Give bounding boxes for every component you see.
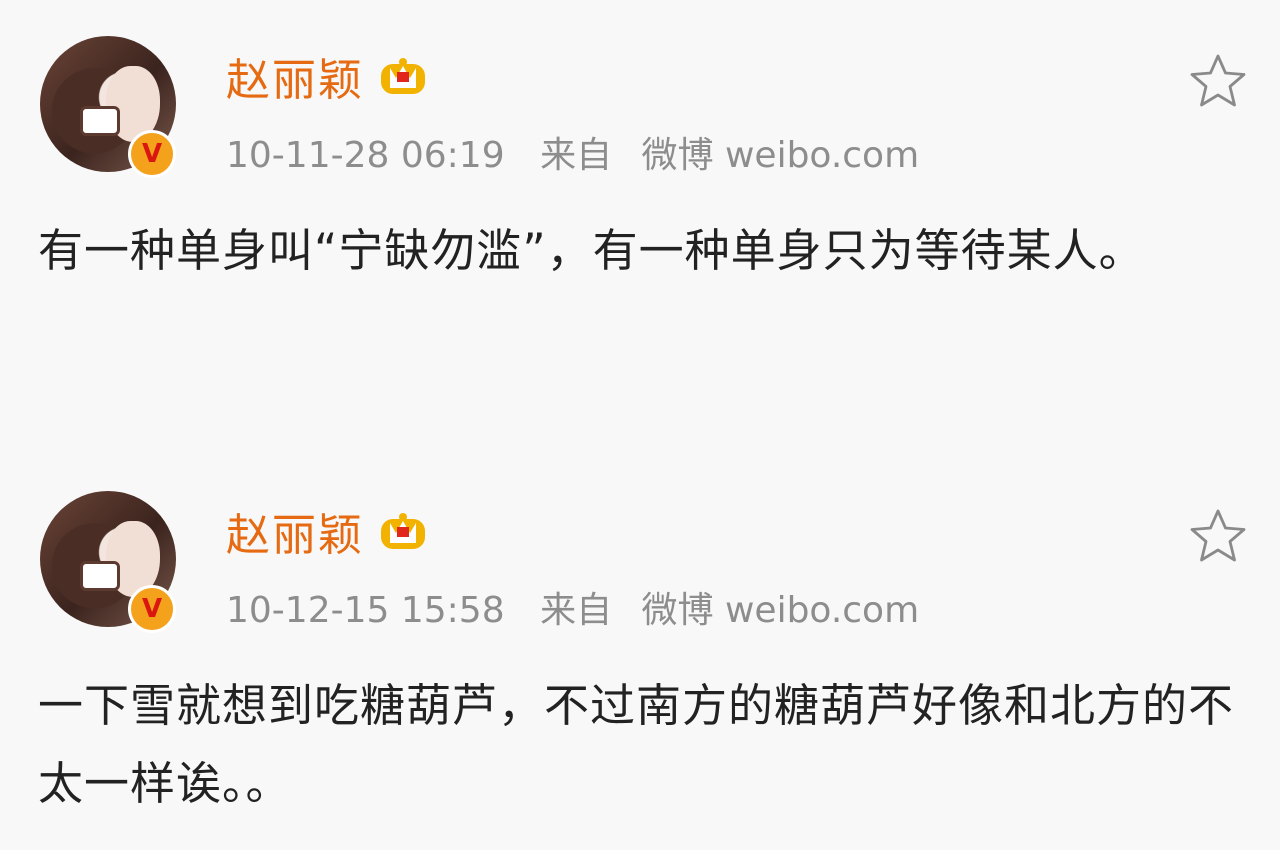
source-label: 来自	[540, 135, 613, 176]
username-row: 赵丽颖	[226, 44, 428, 108]
verified-badge-icon: V	[128, 585, 176, 633]
username[interactable]: 赵丽颖	[226, 499, 364, 563]
source-app[interactable]: 微博 weibo.com	[642, 135, 920, 176]
verified-badge-icon: V	[128, 130, 176, 178]
post-text: 一下雪就想到吃糖葫芦，不过南方的糖葫芦好像和北方的不太一样诶。。	[38, 679, 1235, 810]
hair-clip-icon	[80, 561, 120, 591]
crown-icon	[381, 513, 425, 549]
post-meta: 10-12-15 15:58 来自 微博 weibo.com	[226, 581, 919, 633]
username-row: 赵丽颖	[226, 499, 428, 563]
crown-icon	[381, 58, 425, 94]
hair-clip-icon	[80, 106, 120, 136]
star-icon[interactable]	[1188, 52, 1248, 110]
timestamp: 10-12-15 15:58	[226, 590, 505, 631]
post-meta: 10-11-28 06:19 来自 微博 weibo.com	[226, 126, 919, 178]
source-label: 来自	[540, 590, 613, 631]
username[interactable]: 赵丽颖	[226, 44, 364, 108]
source-app[interactable]: 微博 weibo.com	[642, 590, 920, 631]
timestamp: 10-11-28 06:19	[226, 135, 505, 176]
star-icon[interactable]	[1188, 507, 1248, 565]
post-text: 有一种单身叫“宁缺勿滥”，有一种单身只为等待某人。	[38, 224, 1145, 277]
